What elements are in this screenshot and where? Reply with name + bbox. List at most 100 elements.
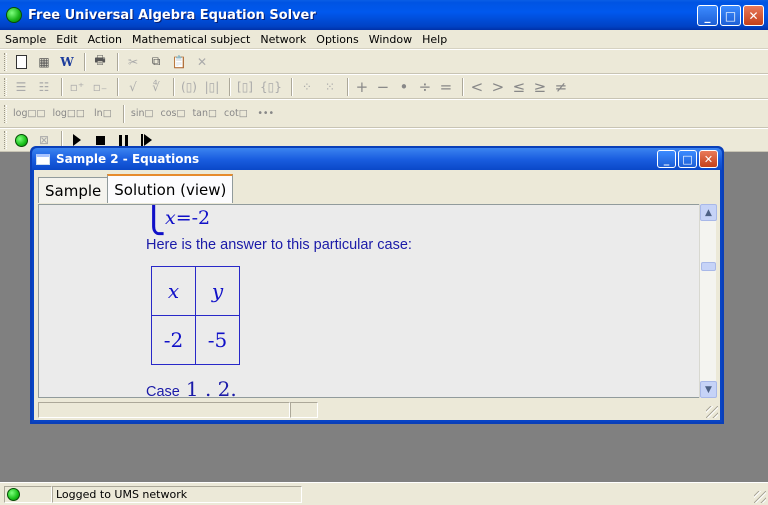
tab-solution-view[interactable]: Solution (view) (107, 174, 234, 203)
scroll-down-icon[interactable]: ▼ (700, 381, 717, 398)
ln-icon[interactable]: ln□ (90, 104, 116, 124)
sin-icon[interactable]: sin□ (129, 104, 156, 124)
menu-sample[interactable]: Sample (0, 33, 51, 46)
plus-icon[interactable]: + (353, 77, 371, 97)
case-label: Case 1 . 2. (146, 377, 237, 398)
tab-strip: Sample Solution (view) (38, 174, 234, 203)
less-than-icon[interactable]: < (468, 77, 486, 97)
menu-action[interactable]: Action (83, 33, 127, 46)
tan-icon[interactable]: tan□ (190, 104, 219, 124)
equals-icon[interactable]: = (437, 77, 455, 97)
status-text: Logged to UMS network (56, 487, 188, 501)
delete-icon[interactable]: ✕ (192, 52, 212, 72)
toolbar-grip[interactable] (4, 131, 7, 149)
scroll-thumb[interactable] (701, 262, 716, 271)
menu-options[interactable]: Options (311, 33, 363, 46)
child-maximize-button[interactable]: □ (678, 150, 697, 168)
window-resize-grip[interactable] (754, 491, 766, 503)
tab-sample[interactable]: Sample (38, 177, 109, 203)
cut-icon[interactable]: ✂ (123, 52, 143, 72)
paste-icon[interactable]: 📋 (169, 52, 189, 72)
greater-equal-icon[interactable]: ≥ (531, 77, 549, 97)
status-text-pane: Logged to UMS network (52, 485, 302, 503)
print-preview-icon[interactable]: 🖶 (90, 52, 110, 72)
minus-icon[interactable]: − (374, 77, 392, 97)
standard-toolbar: ▦ W 🖶 ✂ ⧉ 📋 ✕ (0, 49, 768, 74)
minimize-button[interactable]: _ (697, 5, 718, 26)
menu-mathematical-subject[interactable]: Mathematical subject (127, 33, 255, 46)
menu-edit[interactable]: Edit (51, 33, 82, 46)
case-text: Case (146, 384, 180, 398)
menu-bar: Sample Edit Action Mathematical subject … (0, 30, 768, 49)
header-cell-y: y (195, 266, 240, 316)
multiply-icon[interactable]: • (395, 77, 413, 97)
status-bar: Logged to UMS network (0, 482, 768, 505)
grid-icon[interactable]: ▦ (34, 52, 54, 72)
equations-window: Sample 2 - Equations _ □ ✕ Sample Soluti… (30, 146, 724, 424)
vertical-scrollbar[interactable]: ▲ ▼ (699, 204, 717, 398)
row-layout-icon[interactable]: ☰ (11, 77, 31, 97)
close-button[interactable]: ✕ (743, 5, 764, 26)
column-layout-icon[interactable]: ☷ (34, 77, 54, 97)
scroll-up-icon[interactable]: ▲ (700, 204, 717, 221)
braces-icon[interactable]: {▯} (258, 77, 284, 97)
not-equal-icon[interactable]: ≠ (552, 77, 570, 97)
maximize-button[interactable]: □ (720, 5, 741, 26)
equation-value: -2 (191, 207, 211, 229)
solution-view: ⎩ x=-2 Here is the answer to this partic… (38, 204, 716, 398)
root-icon[interactable]: √ (123, 77, 143, 97)
log-base-icon[interactable]: log□□ (11, 104, 47, 124)
child-status-bar (38, 402, 716, 418)
abs-icon[interactable]: |▯| (202, 77, 222, 97)
child-close-button[interactable]: ✕ (699, 150, 718, 168)
new-document-icon[interactable] (11, 52, 31, 72)
case-number: 1 . 2. (185, 377, 237, 398)
answer-text: Here is the answer to this particular ca… (146, 237, 412, 253)
brackets-icon[interactable]: [▯] (235, 77, 255, 97)
greater-than-icon[interactable]: > (489, 77, 507, 97)
equation: x=-2 (165, 207, 210, 229)
app-icon (6, 7, 22, 23)
log-icon[interactable]: log□□ (50, 104, 86, 124)
superscript-icon[interactable]: ▫⁺ (67, 77, 87, 97)
child-minimize-button[interactable]: _ (657, 150, 676, 168)
value-cell-x: -2 (151, 315, 196, 365)
nth-root-icon[interactable]: ∜ (146, 77, 166, 97)
menu-help[interactable]: Help (417, 33, 452, 46)
equation-variable: x (165, 207, 176, 229)
functions-toolbar: log□□ log□□ ln□ sin□ cos□ tan□ cot□ ••• (0, 99, 768, 128)
child-title-bar[interactable]: Sample 2 - Equations _ □ ✕ (32, 148, 722, 170)
toolbar-grip[interactable] (4, 104, 7, 123)
cot-icon[interactable]: cot□ (222, 104, 250, 124)
matrix-2-icon[interactable]: ⁘ (297, 77, 317, 97)
connect-icon[interactable] (11, 130, 31, 150)
table-row: -2 -5 (151, 315, 240, 365)
word-export-icon[interactable]: W (57, 52, 77, 72)
title-bar: Free Universal Algebra Equation Solver _… (0, 0, 768, 30)
cos-icon[interactable]: cos□ (158, 104, 187, 124)
table-row: x y (151, 266, 240, 316)
answer-table: x y -2 -5 (151, 266, 240, 365)
subscript-icon[interactable]: ▫₋ (90, 77, 110, 97)
resize-grip[interactable] (706, 406, 718, 418)
child-window-title: Sample 2 - Equations (56, 152, 200, 166)
divide-icon[interactable]: ÷ (416, 77, 434, 97)
menu-network[interactable]: Network (255, 33, 311, 46)
system-brace: ⎩ (141, 204, 167, 236)
less-equal-icon[interactable]: ≤ (510, 77, 528, 97)
parentheses-icon[interactable]: (▯) (179, 77, 199, 97)
document-icon (36, 153, 50, 165)
child-status-pane (290, 402, 318, 418)
matrix-3-icon[interactable]: ⁙ (320, 77, 340, 97)
toolbar-grip[interactable] (4, 52, 7, 71)
menu-window[interactable]: Window (364, 33, 417, 46)
equation-operator: = (175, 207, 192, 229)
toolbar-grip[interactable] (4, 77, 7, 96)
value-cell-y: -5 (195, 315, 240, 365)
operators-toolbar: ☰ ☷ ▫⁺ ▫₋ √ ∜ (▯) |▯| [▯] {▯} ⁘ ⁙ + − • … (0, 74, 768, 99)
copy-icon[interactable]: ⧉ (146, 52, 166, 72)
child-body: Sample Solution (view) ⎩ x=-2 Here is th… (34, 170, 720, 420)
more-icon[interactable]: ••• (253, 104, 279, 124)
connection-status-icon (7, 487, 20, 501)
child-status-pane (38, 402, 290, 418)
